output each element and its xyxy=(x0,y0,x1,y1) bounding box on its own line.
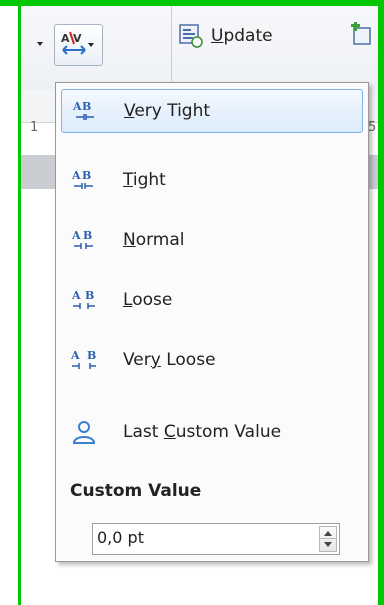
menu-item-loose[interactable]: A B Loose xyxy=(61,279,361,321)
menu-item-very-tight[interactable]: A B Very Tight xyxy=(61,89,363,133)
spacing-loose-icon: A B xyxy=(71,289,95,309)
menu-item-label: Loose xyxy=(123,290,173,310)
toolbar: A V Update xyxy=(21,6,378,91)
toolbar-separator xyxy=(171,6,172,84)
svg-text:A: A xyxy=(72,100,82,113)
user-icon xyxy=(72,421,96,444)
custom-value-input[interactable]: 0,0 pt xyxy=(97,528,144,547)
svg-text:A: A xyxy=(61,32,70,45)
ruler-number: 1 xyxy=(30,120,39,135)
custom-value-heading: Custom Value xyxy=(70,481,202,501)
spacing-very-loose-icon: A B xyxy=(71,349,96,369)
svg-text:A: A xyxy=(71,169,81,182)
spin-divider xyxy=(320,538,336,539)
custom-value-spinbox[interactable]: 0,0 pt xyxy=(92,523,340,555)
svg-text:B: B xyxy=(83,229,92,242)
svg-text:A: A xyxy=(71,229,81,242)
svg-text:B: B xyxy=(82,169,91,182)
spacing-normal-icon: A B xyxy=(71,229,93,249)
update-button[interactable]: Update xyxy=(211,26,273,46)
chevron-up-icon[interactable] xyxy=(324,531,332,536)
chevron-down-icon[interactable] xyxy=(324,542,332,547)
spin-buttons[interactable] xyxy=(319,526,337,552)
add-icon[interactable] xyxy=(349,22,375,48)
character-spacing-button[interactable]: A V xyxy=(54,24,103,66)
svg-text:B: B xyxy=(82,100,91,113)
character-spacing-menu: A B Very Tight A B Tight A B Normal A B … xyxy=(55,82,369,562)
menu-item-label: Tight xyxy=(123,170,166,190)
menu-item-label: Normal xyxy=(123,230,185,250)
menu-item-label: Last Custom Value xyxy=(123,422,282,442)
menu-item-last-custom-value[interactable]: Last Custom Value xyxy=(61,411,361,453)
menu-item-label: Very Loose xyxy=(123,350,216,370)
menu-item-normal[interactable]: A B Normal xyxy=(61,219,361,261)
character-spacing-icon: A V xyxy=(61,31,86,55)
svg-text:A: A xyxy=(71,289,81,302)
menu-item-label: Very Tight xyxy=(124,101,211,121)
frame-right xyxy=(378,0,384,605)
dropdown-caret-icon[interactable] xyxy=(37,42,43,46)
spacing-very-tight-icon: A B xyxy=(72,100,94,120)
spacing-tight-icon: A B xyxy=(71,169,93,189)
update-icon xyxy=(179,24,203,48)
menu-item-very-loose[interactable]: A B Very Loose xyxy=(61,339,361,381)
ruler-number: 5 xyxy=(368,120,377,135)
chevron-down-icon xyxy=(88,43,94,47)
svg-text:B: B xyxy=(87,349,96,362)
svg-text:A: A xyxy=(71,349,80,362)
svg-text:B: B xyxy=(85,289,94,302)
menu-item-tight[interactable]: A B Tight xyxy=(61,159,361,201)
